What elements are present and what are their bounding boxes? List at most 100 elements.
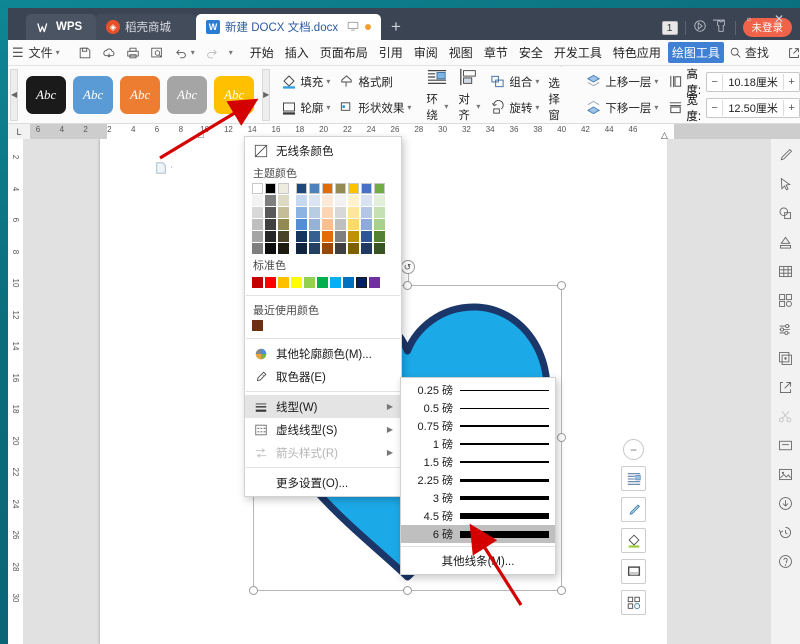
theme-color-swatch[interactable] [374, 183, 385, 194]
shapes-icon[interactable] [775, 203, 797, 223]
shape-style-0[interactable]: Abc [26, 76, 66, 114]
tab-mall[interactable]: ◈ 稻壳商城 [96, 14, 196, 40]
ribbon-tab-6[interactable]: 章节 [480, 42, 512, 63]
other-lines-menu-item[interactable]: 其他线条(M)... [401, 550, 555, 571]
group-button[interactable]: 组合 ▾ [485, 70, 543, 94]
resize-handle-n[interactable] [403, 281, 412, 290]
theme-color-swatch[interactable] [374, 207, 385, 218]
theme-color-swatch[interactable] [322, 183, 333, 194]
export-icon[interactable] [775, 377, 797, 397]
shape-style-4[interactable]: Abc [214, 76, 254, 114]
line-weight-option-4[interactable]: 1.5 磅 [401, 453, 555, 471]
theme-color-swatch[interactable] [361, 195, 372, 206]
standard-color-swatch[interactable] [317, 277, 328, 288]
height-value[interactable]: 10.18厘米 [722, 74, 784, 90]
theme-color-swatch[interactable] [252, 219, 263, 230]
theme-color-swatch[interactable] [265, 207, 276, 218]
height-stepper[interactable]: − 10.18厘米 + [706, 72, 800, 92]
align-button[interactable]: 对齐 ▾ [453, 68, 485, 122]
theme-color-swatch[interactable] [309, 243, 320, 254]
width-decrease-button[interactable]: − [707, 102, 722, 114]
brush-button[interactable] [621, 497, 646, 522]
theme-color-swatch[interactable] [296, 207, 307, 218]
apps-icon[interactable] [775, 290, 797, 310]
print-preview-icon[interactable] [145, 42, 169, 64]
resize-handle-ne[interactable] [557, 281, 566, 290]
share-icon[interactable] [782, 42, 800, 64]
theme-color-swatch[interactable] [265, 243, 276, 254]
standard-color-swatch[interactable] [278, 277, 289, 288]
shape-outline-button[interactable] [621, 559, 646, 584]
resize-handle-sw[interactable] [249, 586, 258, 595]
theme-color-swatch[interactable] [348, 231, 359, 242]
theme-color-swatch[interactable] [361, 207, 372, 218]
recent-color-swatch[interactable] [252, 320, 263, 331]
redo-icon[interactable] [200, 42, 224, 64]
standard-color-swatch[interactable] [330, 277, 341, 288]
theme-color-swatch[interactable] [309, 183, 320, 194]
theme-color-swatch[interactable] [374, 243, 385, 254]
standard-color-swatch[interactable] [252, 277, 263, 288]
menu-item-3[interactable]: 虚线线型(S)▶ [245, 418, 401, 441]
outline-button[interactable]: 轮廓 ▾ [276, 96, 334, 120]
line-weight-option-3[interactable]: 1 磅 [401, 435, 555, 453]
theme-color-swatch[interactable] [309, 195, 320, 206]
menu-item-1[interactable]: 取色器(E) [245, 365, 401, 388]
recent-colors-row[interactable] [245, 320, 401, 335]
format-painter-button[interactable]: 格式刷 [334, 70, 415, 94]
ribbon-tab-8[interactable]: 开发工具 [550, 42, 606, 63]
ribbon-tab-5[interactable]: 视图 [445, 42, 477, 63]
theme-color-swatch[interactable] [374, 231, 385, 242]
theme-color-swatch[interactable] [296, 195, 307, 206]
minimize-button[interactable]: — [704, 8, 734, 30]
resize-handle-s[interactable] [403, 586, 412, 595]
horizontal-ruler-track[interactable]: □ △ 642246810121416182022242628303234363… [30, 124, 800, 139]
cursor-select-icon[interactable] [775, 174, 797, 194]
menu-item-no-line-color[interactable]: 无线条颜色 [245, 139, 401, 162]
theme-color-swatch[interactable] [322, 219, 333, 230]
monitor-icon[interactable] [347, 20, 359, 35]
theme-color-swatch[interactable] [252, 183, 263, 194]
smart-shape-icon[interactable] [775, 232, 797, 252]
standard-color-swatch[interactable] [343, 277, 354, 288]
ribbon-tab-0[interactable]: 开始 [246, 42, 278, 63]
ribbon-tab-2[interactable]: 页面布局 [316, 42, 372, 63]
theme-color-swatch[interactable] [278, 231, 289, 242]
theme-color-swatch[interactable] [374, 219, 385, 230]
save-icon[interactable] [73, 42, 97, 64]
table-icon[interactable] [775, 261, 797, 281]
vertical-ruler[interactable]: 24681012141618202224262830 [8, 139, 23, 644]
fill-color-button[interactable] [621, 528, 646, 553]
file-menu-button[interactable]: 文件 ▾ [24, 42, 65, 64]
pen-tool-icon[interactable] [775, 145, 797, 165]
standard-color-swatch[interactable] [304, 277, 315, 288]
resize-handle-e[interactable] [557, 433, 566, 442]
width-stepper[interactable]: − 12.50厘米 + [706, 98, 800, 118]
shape-style-3[interactable]: Abc [167, 76, 207, 114]
cloud-sync-icon[interactable] [97, 42, 121, 64]
gallery-scroll-right[interactable]: ▶ [262, 69, 270, 121]
theme-color-swatch[interactable] [322, 243, 333, 254]
theme-color-swatch[interactable] [335, 231, 346, 242]
theme-color-swatch[interactable] [296, 219, 307, 230]
theme-color-swatch[interactable] [361, 231, 372, 242]
history-icon[interactable] [775, 522, 797, 542]
line-weight-option-2[interactable]: 0.75 磅 [401, 417, 555, 435]
hamburger-icon[interactable]: ☰ [12, 45, 24, 61]
picture-icon[interactable] [775, 464, 797, 484]
image-library-icon[interactable] [775, 348, 797, 368]
shape-style-1[interactable]: Abc [73, 76, 113, 114]
line-weight-option-0[interactable]: 0.25 磅 [401, 381, 555, 399]
theme-color-swatch[interactable] [309, 231, 320, 242]
width-value[interactable]: 12.50厘米 [722, 100, 784, 116]
theme-color-swatch[interactable] [296, 183, 307, 194]
theme-color-swatch[interactable] [335, 219, 346, 230]
menu-item-2[interactable]: 线型(W)▶ [245, 395, 401, 418]
theme-color-swatch[interactable] [322, 207, 333, 218]
theme-color-swatch[interactable] [348, 243, 359, 254]
ribbon-tab-3[interactable]: 引用 [375, 42, 407, 63]
settings-sliders-icon[interactable] [775, 319, 797, 339]
menu-item-5[interactable]: 更多设置(O)... [245, 471, 401, 494]
minus-circle-icon[interactable]: − [623, 439, 644, 460]
theme-color-swatch[interactable] [296, 243, 307, 254]
